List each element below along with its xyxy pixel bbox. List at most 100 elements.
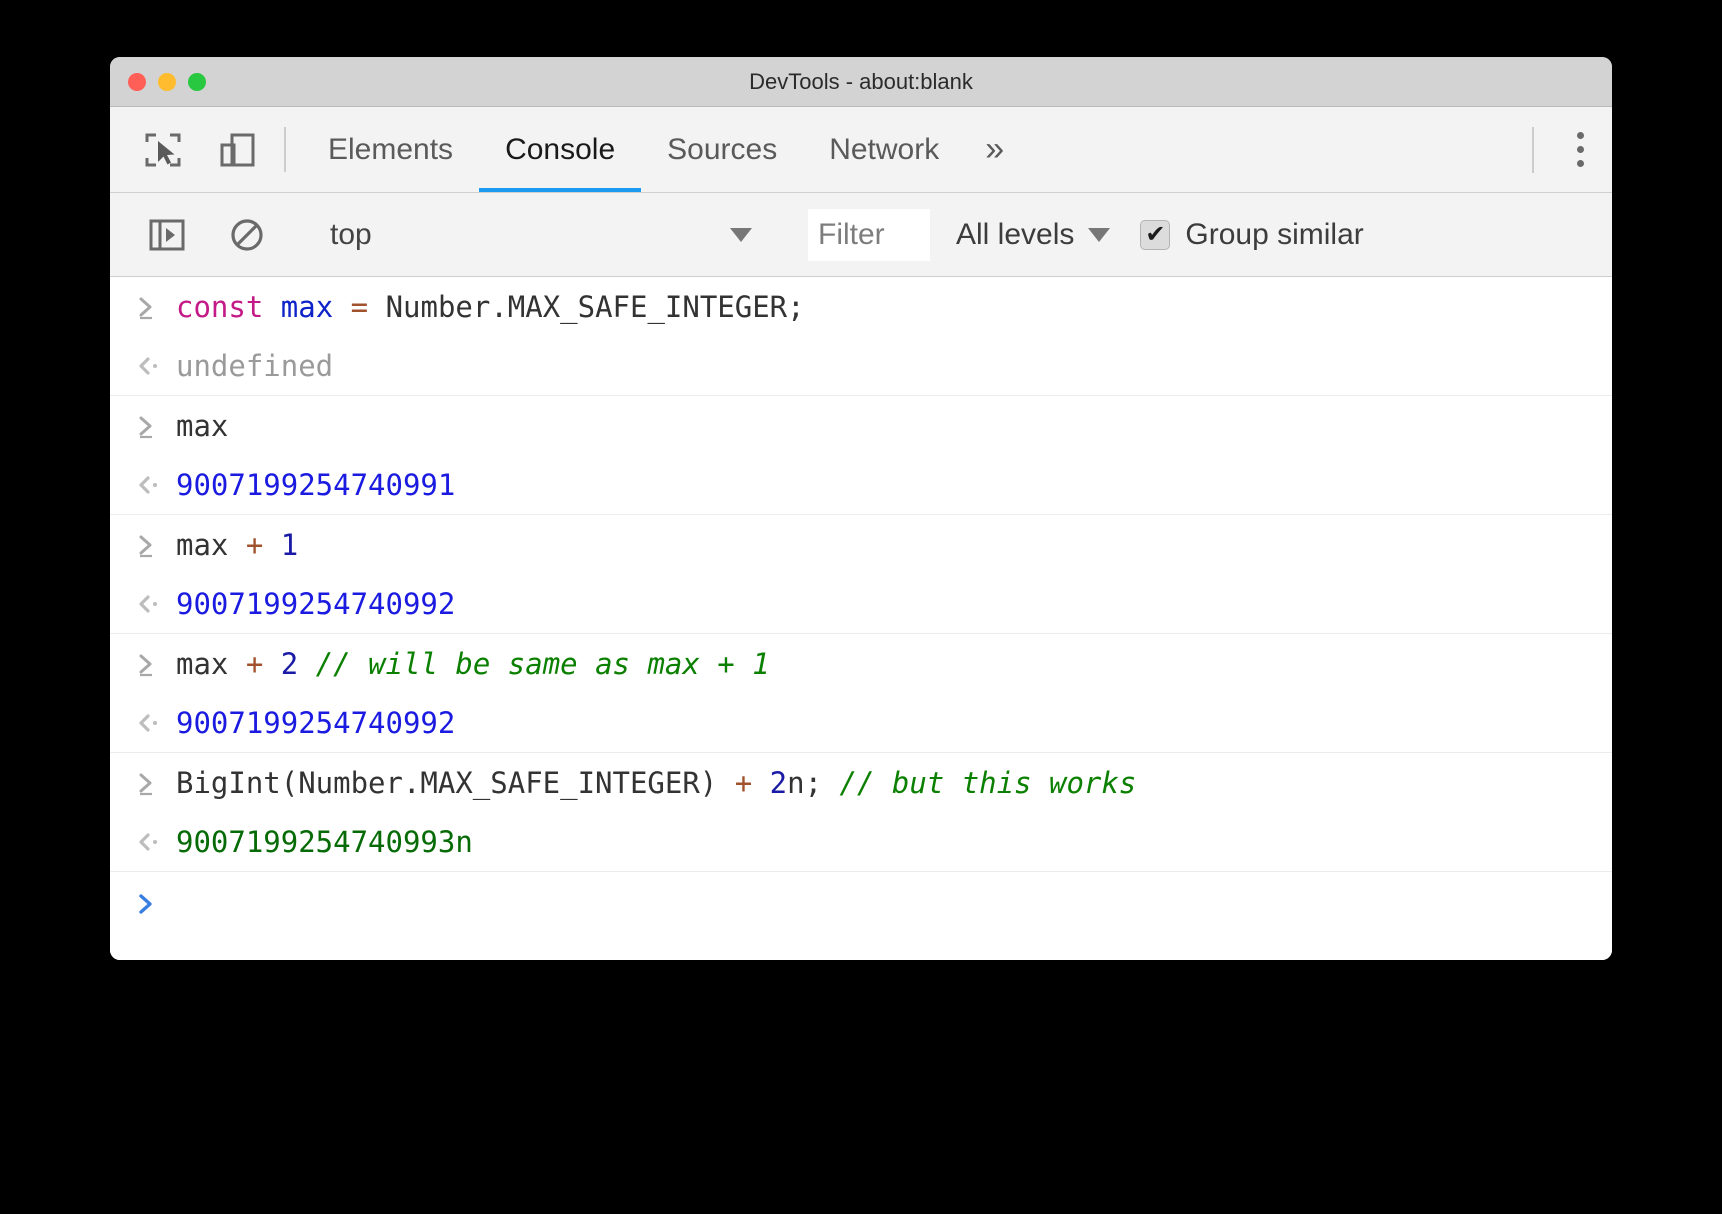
input-prompt-icon (136, 651, 176, 677)
console-input-text: max (176, 409, 228, 443)
code-token: 2 (770, 766, 787, 800)
kebab-dot (1577, 146, 1584, 153)
code-token: BigInt(Number.MAX_SAFE_INTEGER) (176, 766, 735, 800)
execution-context-value: top (330, 218, 730, 252)
console-message-group: max + 2 // will be same as max + 1 900719… (110, 634, 1612, 753)
console-output-text: 9007199254740991 (176, 468, 455, 502)
devtools-tabbar: Elements Console Sources Network » (110, 107, 1612, 193)
console-input-text: max + 2 // will be same as max + 1 (176, 647, 770, 681)
close-button[interactable] (128, 73, 146, 91)
code-token: 9007199254740993n (176, 825, 473, 859)
maximize-button[interactable] (188, 73, 206, 91)
traffic-lights (128, 73, 206, 91)
console-output-text: undefined (176, 349, 333, 383)
tab-label: Elements (328, 133, 453, 167)
code-token: 9007199254740992 (176, 706, 455, 740)
input-prompt-icon (136, 413, 176, 439)
console-output-row[interactable]: 9007199254740991 (110, 455, 1612, 514)
tab-network[interactable]: Network (803, 107, 965, 192)
code-token: 9007199254740991 (176, 468, 455, 502)
clear-console-icon[interactable] (216, 216, 278, 254)
tab-label: Console (505, 133, 615, 167)
kebab-dot (1577, 132, 1584, 139)
output-result-icon (136, 353, 176, 379)
output-result-icon (136, 710, 176, 736)
code-token (298, 647, 315, 681)
input-prompt-icon (136, 770, 176, 796)
chevron-down-icon (730, 228, 752, 242)
console-input-text: max + 1 (176, 528, 298, 562)
inspect-element-icon[interactable] (132, 107, 194, 192)
console-output-row[interactable]: 9007199254740993n (110, 812, 1612, 871)
code-token: max (176, 647, 246, 681)
window-titlebar: DevTools - about:blank (110, 57, 1612, 107)
code-token: + (246, 528, 263, 562)
filter-placeholder: Filter (818, 218, 885, 252)
group-similar-checkbox[interactable]: ✔ (1140, 220, 1170, 250)
log-levels-value: All levels (956, 218, 1074, 252)
code-token: max (176, 528, 246, 562)
devtools-window: DevTools - about:blank Elements Console … (110, 57, 1612, 960)
code-token: n; (787, 766, 839, 800)
code-token (752, 766, 769, 800)
console-input-row[interactable]: const max = Number.MAX_SAFE_INTEGER; (110, 277, 1612, 336)
console-output-text: 9007199254740992 (176, 587, 455, 621)
output-result-icon (136, 591, 176, 617)
filter-input[interactable]: Filter (808, 209, 930, 261)
code-token: // but this works (840, 766, 1137, 800)
console-output-row[interactable]: 9007199254740992 (110, 574, 1612, 633)
chevron-down-icon (1088, 228, 1110, 242)
tab-console[interactable]: Console (479, 107, 641, 192)
kebab-menu-icon[interactable] (1548, 132, 1612, 167)
console-input-text: const max = Number.MAX_SAFE_INTEGER; (176, 290, 805, 324)
code-token: 9007199254740992 (176, 587, 455, 621)
code-token (263, 290, 280, 324)
minimize-button[interactable] (158, 73, 176, 91)
console-input-row[interactable]: BigInt(Number.MAX_SAFE_INTEGER) + 2n; //… (110, 753, 1612, 812)
code-token (263, 647, 280, 681)
console-input-row[interactable]: max + 1 (110, 515, 1612, 574)
toolbar-divider (284, 127, 286, 172)
console-message-group: BigInt(Number.MAX_SAFE_INTEGER) + 2n; //… (110, 753, 1612, 872)
console-message-list[interactable]: const max = Number.MAX_SAFE_INTEGER;unde… (110, 277, 1612, 960)
input-prompt-icon (136, 532, 176, 558)
group-similar-toggle[interactable]: ✔ Group similar (1140, 218, 1363, 252)
console-output-text: 9007199254740993n (176, 825, 473, 859)
code-token: max (281, 290, 333, 324)
console-prompt-row[interactable] (110, 872, 1612, 936)
code-token: Number.MAX_SAFE_INTEGER; (368, 290, 805, 324)
code-token: + (246, 647, 263, 681)
console-output-row[interactable]: undefined (110, 336, 1612, 395)
code-token (263, 528, 280, 562)
execution-context-selector[interactable]: top (312, 218, 752, 252)
console-output-row[interactable]: 9007199254740992 (110, 693, 1612, 752)
console-message-group: const max = Number.MAX_SAFE_INTEGER;unde… (110, 277, 1612, 396)
window-title: DevTools - about:blank (110, 69, 1612, 95)
log-levels-selector[interactable]: All levels (956, 218, 1110, 252)
tabbar-right-controls (1524, 107, 1612, 192)
code-token (333, 290, 350, 324)
console-sidebar-toggle-icon[interactable] (136, 216, 198, 254)
tab-label: Network (829, 133, 939, 167)
tab-sources[interactable]: Sources (641, 107, 803, 192)
console-input-row[interactable]: max + 2 // will be same as max + 1 (110, 634, 1612, 693)
code-token: const (176, 290, 263, 324)
code-token: = (351, 290, 368, 324)
console-input-text: BigInt(Number.MAX_SAFE_INTEGER) + 2n; //… (176, 766, 1136, 800)
console-message-group: max 9007199254740991 (110, 396, 1612, 515)
device-toolbar-icon[interactable] (206, 107, 268, 192)
overflow-glyph: » (985, 130, 1000, 169)
console-message-group: max + 1 9007199254740992 (110, 515, 1612, 634)
code-token: undefined (176, 349, 333, 383)
tab-elements[interactable]: Elements (302, 107, 479, 192)
console-toolbar: top Filter All levels ✔ Group similar (110, 193, 1612, 277)
code-token: + (735, 766, 752, 800)
console-input-row[interactable]: max (110, 396, 1612, 455)
kebab-dot (1577, 160, 1584, 167)
more-tabs-chevron-icon[interactable]: » (965, 107, 1020, 192)
code-token: // will be same as max + 1 (316, 647, 770, 681)
input-prompt-icon (136, 294, 176, 320)
tab-label: Sources (667, 133, 777, 167)
new-input-prompt-icon (136, 891, 176, 917)
code-token: 2 (281, 647, 298, 681)
